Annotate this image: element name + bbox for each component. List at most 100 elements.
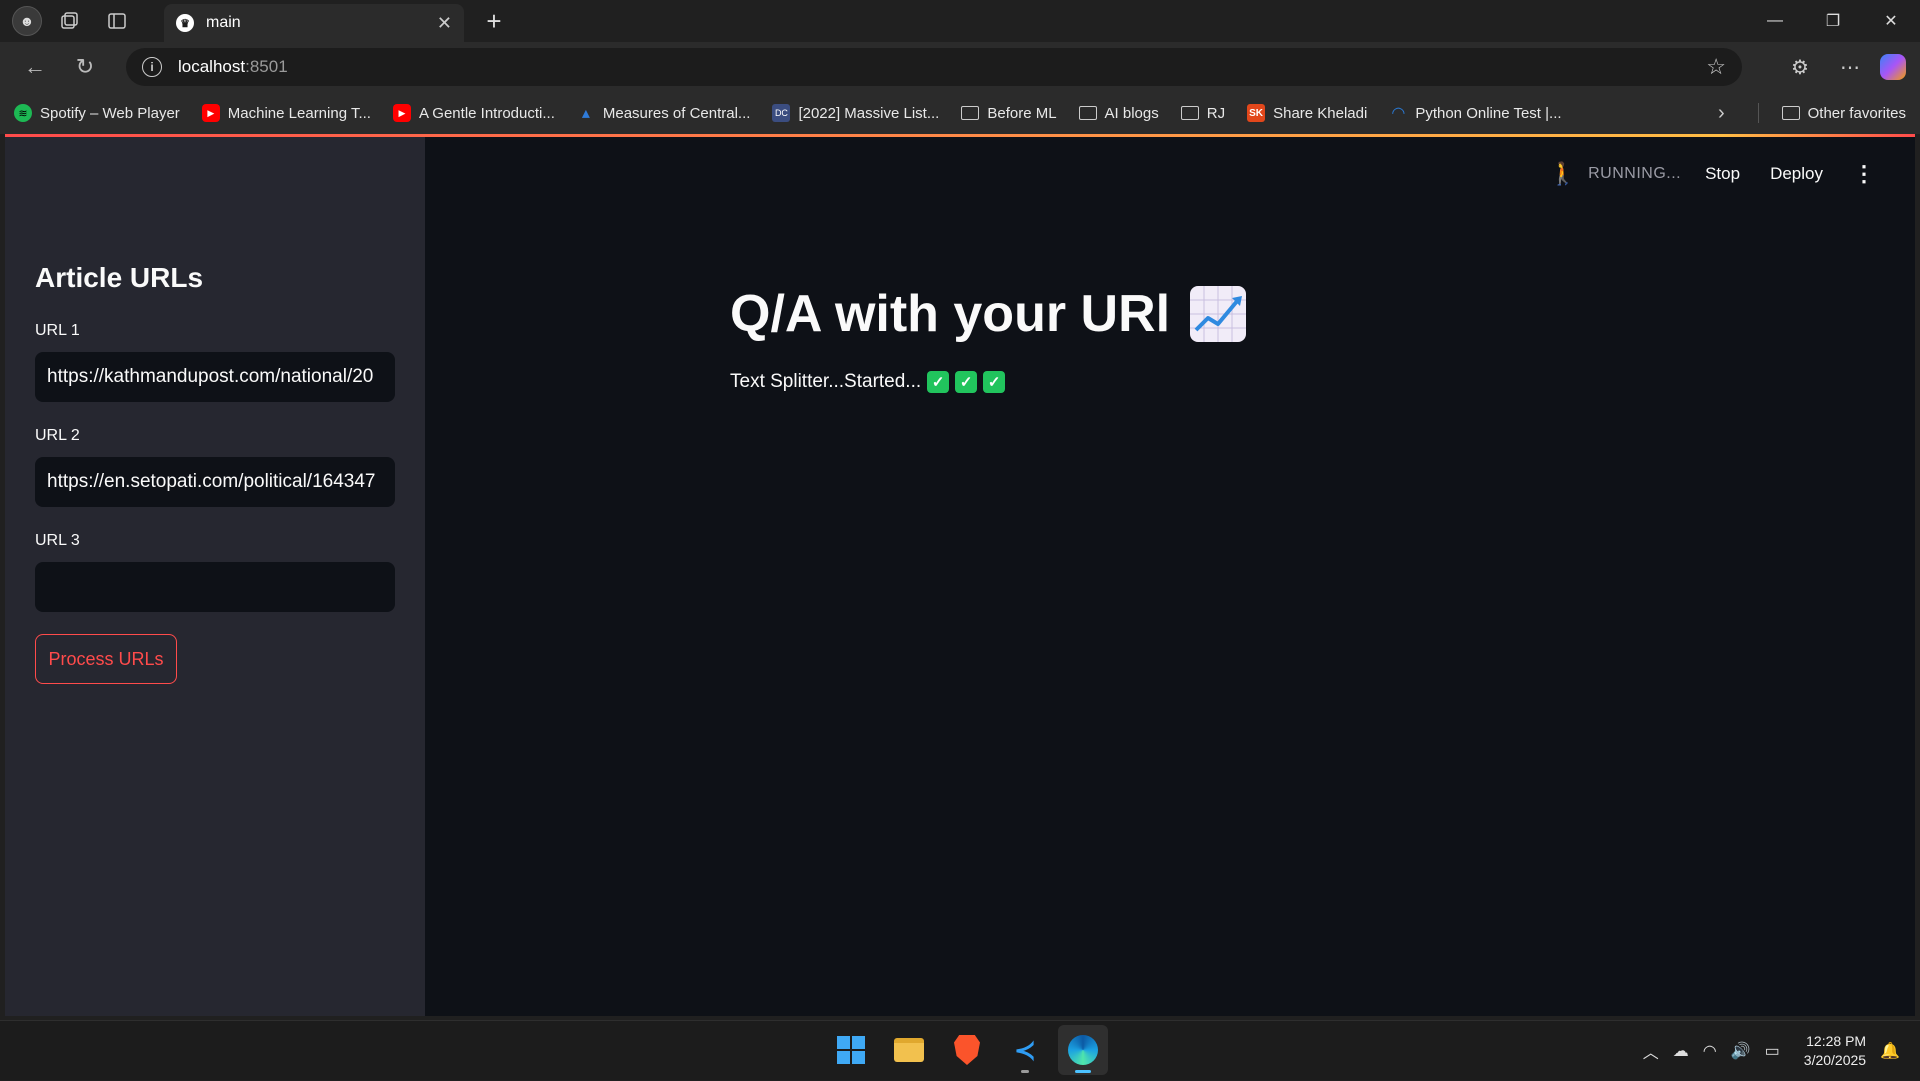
clock-time: 12:28 PM bbox=[1806, 1033, 1867, 1049]
app-toolbar: 🚶 RUNNING... Stop Deploy ⋮ bbox=[1548, 154, 1915, 194]
active-dot bbox=[1075, 1070, 1091, 1073]
brave-icon bbox=[954, 1035, 980, 1065]
bookmark-label: Python Online Test |... bbox=[1415, 104, 1562, 122]
main-menu-icon[interactable]: ⋮ bbox=[1853, 161, 1875, 187]
refresh-icon[interactable]: ↻ bbox=[60, 47, 110, 87]
url-2-input[interactable]: https://en.setopati.com/political/164347 bbox=[35, 457, 395, 507]
battery-icon[interactable]: ▭ bbox=[1765, 1041, 1780, 1061]
other-favorites[interactable]: Other favorites bbox=[1781, 92, 1906, 134]
running-dot bbox=[1021, 1070, 1029, 1073]
address-bar[interactable]: i localhost:8501 ☆ bbox=[126, 48, 1742, 86]
onedrive-icon[interactable]: ☁ bbox=[1673, 1041, 1689, 1061]
status-message: Text Splitter...Started... ✓ ✓ ✓ bbox=[730, 371, 1006, 393]
url-host: localhost bbox=[178, 57, 246, 76]
back-icon[interactable]: ← bbox=[10, 47, 60, 87]
wifi-icon[interactable]: ◠ bbox=[1703, 1041, 1717, 1061]
url-1-input[interactable]: https://kathmandupost.com/national/20 bbox=[35, 352, 395, 402]
running-person-icon: 🚶 bbox=[1549, 161, 1577, 186]
chevron-up-icon[interactable]: ︿ bbox=[1643, 1039, 1659, 1063]
windows-logo-icon bbox=[837, 1036, 865, 1064]
bookmarks-divider bbox=[1758, 103, 1759, 123]
folder-icon bbox=[961, 106, 980, 120]
edge-button[interactable] bbox=[1058, 1025, 1108, 1075]
system-tray: ︿ ☁ ◠ 🔊 ▭ 12:28 PM 3/20/2025 🔔 bbox=[1643, 1021, 1920, 1081]
address-row: ← ↻ i localhost:8501 ☆ ⚙ ⋯ bbox=[0, 42, 1920, 92]
sidebar: Article URLs URL 1 https://kathmandupost… bbox=[5, 137, 425, 1016]
tab-title: main bbox=[206, 14, 241, 31]
more-options-icon[interactable]: ⋯ bbox=[1830, 48, 1870, 86]
bookmark-rj[interactable]: RJ bbox=[1180, 104, 1226, 122]
file-explorer-icon bbox=[894, 1038, 924, 1062]
close-window-icon[interactable]: ✕ bbox=[1862, 0, 1920, 42]
tab-actions-icon[interactable] bbox=[96, 4, 138, 38]
notification-bell-icon[interactable]: 🔔 bbox=[1880, 1041, 1900, 1061]
check-mark-icon: ✓ bbox=[955, 371, 978, 393]
bookmark-gentle-intro[interactable]: ▶ A Gentle Introducti... bbox=[392, 104, 555, 122]
bookmark-label: Measures of Central... bbox=[602, 104, 751, 122]
copilot-icon[interactable] bbox=[1880, 54, 1906, 80]
extensions-icon[interactable]: ⚙ bbox=[1780, 48, 1820, 86]
volume-icon[interactable]: 🔊 bbox=[1731, 1041, 1751, 1061]
url-2-label: URL 2 bbox=[35, 427, 80, 444]
url-3-label: URL 3 bbox=[35, 532, 80, 549]
python-icon: ◠ bbox=[1391, 105, 1406, 122]
folder-icon bbox=[1180, 106, 1199, 120]
bookmark-label: AI blogs bbox=[1104, 104, 1159, 122]
bookmark-massive-list[interactable]: DC [2022] Massive List... bbox=[772, 104, 939, 122]
chart-increasing-icon bbox=[1190, 286, 1247, 342]
close-tab-icon[interactable]: ✕ bbox=[437, 13, 452, 34]
vscode-button[interactable]: ≺ bbox=[1000, 1025, 1050, 1075]
bookmark-label: Spotify – Web Player bbox=[40, 104, 180, 122]
youtube-icon: ▶ bbox=[201, 104, 220, 122]
start-button[interactable] bbox=[826, 1025, 876, 1075]
bookmark-python-test[interactable]: ◠ Python Online Test |... bbox=[1389, 104, 1562, 123]
restore-icon[interactable]: ❐ bbox=[1804, 0, 1862, 42]
bookmark-before-ml[interactable]: Before ML bbox=[961, 105, 1057, 122]
url-3-input[interactable] bbox=[35, 562, 395, 612]
minimize-icon[interactable]: — bbox=[1746, 0, 1804, 42]
other-favorites-label: Other favorites bbox=[1807, 104, 1906, 122]
url-1-label: URL 1 bbox=[35, 322, 80, 339]
bookmark-share-kheladi[interactable]: SK Share Kheladi bbox=[1247, 104, 1367, 122]
url-port: :8501 bbox=[245, 57, 288, 76]
bookmark-label: Machine Learning T... bbox=[227, 104, 371, 122]
clock[interactable]: 12:28 PM 3/20/2025 bbox=[1804, 1032, 1866, 1070]
bookmark-measures-central[interactable]: ▴ Measures of Central... bbox=[577, 104, 751, 123]
bookmark-spotify[interactable]: ≋ Spotify – Web Player bbox=[14, 104, 180, 122]
streamlit-app: Article URLs URL 1 https://kathmandupost… bbox=[5, 134, 1915, 1016]
check-mark-icon: ✓ bbox=[983, 371, 1006, 393]
site-info-icon[interactable]: i bbox=[142, 57, 162, 77]
process-urls-button[interactable]: Process URLs bbox=[35, 634, 177, 684]
bookmark-label: A Gentle Introducti... bbox=[418, 104, 555, 122]
running-status: RUNNING... bbox=[1588, 165, 1682, 182]
vscode-icon: ≺ bbox=[1014, 1034, 1036, 1065]
page-title: Q/A with your URl bbox=[730, 284, 1247, 344]
check-mark-icon: ✓ bbox=[927, 371, 950, 393]
file-explorer-button[interactable] bbox=[884, 1025, 934, 1075]
favorite-star-icon[interactable]: ☆ bbox=[1706, 54, 1726, 80]
youtube-icon: ▶ bbox=[392, 104, 411, 122]
sidebar-title: Article URLs bbox=[35, 262, 204, 293]
bookmark-machine-learning[interactable]: ▶ Machine Learning T... bbox=[201, 104, 371, 122]
bookmarks-bar: ≋ Spotify – Web Player ▶ Machine Learnin… bbox=[0, 92, 1920, 134]
page-title-text: Q/A with your URl bbox=[730, 285, 1171, 343]
tab-main[interactable]: ♛ main ✕ bbox=[164, 4, 464, 42]
edge-icon bbox=[1068, 1035, 1098, 1065]
deploy-button[interactable]: Deploy bbox=[1770, 164, 1823, 184]
spotify-icon: ≋ bbox=[14, 104, 32, 122]
chevron-right-icon[interactable]: › bbox=[1718, 92, 1725, 134]
bookmark-label: RJ bbox=[1206, 104, 1226, 122]
folder-icon bbox=[1781, 106, 1800, 120]
workspaces-icon[interactable] bbox=[48, 4, 90, 38]
new-tab-icon[interactable]: + bbox=[476, 4, 512, 38]
bookmark-ai-blogs[interactable]: AI blogs bbox=[1078, 104, 1159, 122]
stop-button[interactable]: Stop bbox=[1705, 164, 1740, 184]
bookmark-label: [2022] Massive List... bbox=[798, 104, 940, 122]
brave-button[interactable] bbox=[942, 1025, 992, 1075]
profile-avatar[interactable]: ☻ bbox=[12, 6, 42, 36]
sk-icon: SK bbox=[1247, 104, 1266, 122]
status-text: Text Splitter...Started... bbox=[730, 371, 922, 392]
drop-icon: ▴ bbox=[581, 105, 590, 122]
folder-icon bbox=[1078, 106, 1097, 120]
clock-date: 3/20/2025 bbox=[1803, 1052, 1867, 1068]
